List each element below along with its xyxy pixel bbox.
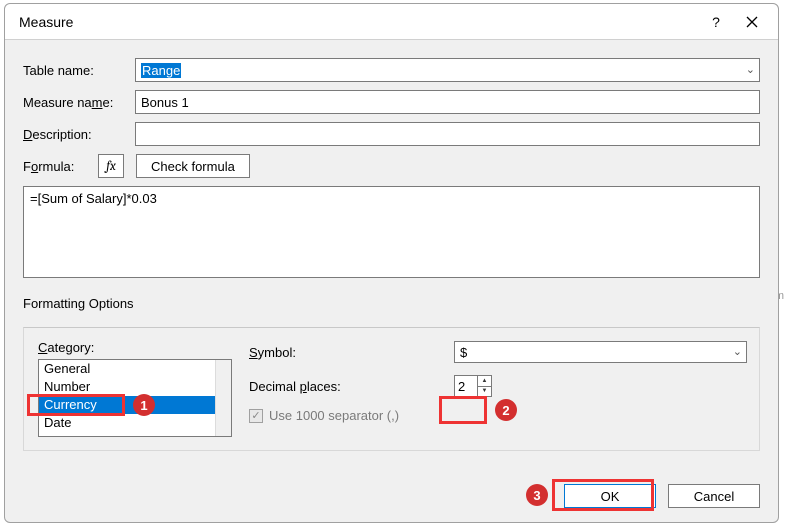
table-name-label: Table name:: [23, 63, 135, 78]
category-listbox[interactable]: General Number Currency Date: [38, 359, 232, 437]
decimal-places-label: Decimal places:: [249, 379, 454, 394]
measure-name-label: Measure name:: [23, 95, 135, 110]
symbol-label: Symbol:: [249, 345, 454, 360]
cancel-button[interactable]: Cancel: [668, 484, 760, 508]
close-icon: [746, 16, 758, 28]
measure-dialog: Measure ? Table name: Range ⌄ Measure na…: [4, 3, 779, 523]
decimal-places-value: 2: [455, 379, 477, 394]
chevron-down-icon: ⌄: [746, 63, 755, 76]
close-button[interactable]: [734, 8, 770, 36]
measure-name-row: Measure name: Bonus 1: [23, 90, 760, 114]
spinner-down-icon[interactable]: ▼: [478, 387, 491, 397]
symbol-row: Symbol: $ ⌄: [249, 340, 747, 364]
callout-number-3: 3: [526, 484, 548, 506]
description-label: Description:: [23, 127, 135, 142]
spinner-arrows[interactable]: ▲ ▼: [477, 376, 491, 396]
separator-checkbox: ✓: [249, 409, 263, 423]
measure-name-value: Bonus 1: [141, 95, 189, 110]
symbol-combo[interactable]: $ ⌄: [454, 341, 747, 363]
separator-label: Use 1000 separator (,): [269, 408, 399, 423]
dialog-body: Table name: Range ⌄ Measure name: Bonus …: [5, 40, 778, 451]
formula-input[interactable]: =[Sum of Salary]*0.03: [23, 186, 760, 278]
ok-button[interactable]: OK: [564, 484, 656, 508]
formula-row: Formula: fx Check formula: [23, 154, 760, 178]
table-name-row: Table name: Range ⌄: [23, 58, 760, 82]
fx-button[interactable]: fx: [98, 154, 124, 178]
list-item[interactable]: Currency: [39, 396, 215, 414]
formatting-options-label: Formatting Options: [23, 296, 760, 311]
list-item[interactable]: Date: [39, 414, 215, 432]
help-button[interactable]: ?: [698, 8, 734, 36]
chevron-down-icon: ⌄: [733, 345, 742, 358]
description-row: Description:: [23, 122, 760, 146]
decimal-row: Decimal places: 2 ▲ ▼: [249, 374, 747, 398]
list-item[interactable]: Number: [39, 378, 215, 396]
decimal-places-spinner[interactable]: 2 ▲ ▼: [454, 375, 492, 397]
table-name-value: Range: [141, 63, 181, 78]
separator-row: ✓ Use 1000 separator (,): [249, 408, 747, 423]
measure-name-input[interactable]: Bonus 1: [135, 90, 760, 114]
description-input[interactable]: [135, 122, 760, 146]
titlebar: Measure ?: [5, 4, 778, 40]
category-items: General Number Currency Date: [39, 360, 215, 436]
scrollbar[interactable]: [215, 360, 231, 436]
formula-label: Formula:: [23, 159, 98, 174]
dialog-title: Measure: [19, 14, 698, 30]
check-formula-button[interactable]: Check formula: [136, 154, 250, 178]
spinner-up-icon[interactable]: ▲: [478, 376, 491, 387]
format-right-column: Symbol: $ ⌄ Decimal places: 2 ▲ ▼: [249, 340, 747, 423]
formula-value: =[Sum of Salary]*0.03: [30, 191, 157, 206]
table-name-combo[interactable]: Range ⌄: [135, 58, 760, 82]
dialog-buttons: OK Cancel: [564, 484, 760, 508]
formatting-panel: Category: General Number Currency Date S…: [23, 327, 760, 451]
symbol-value: $: [460, 345, 467, 360]
list-item[interactable]: General: [39, 360, 215, 378]
